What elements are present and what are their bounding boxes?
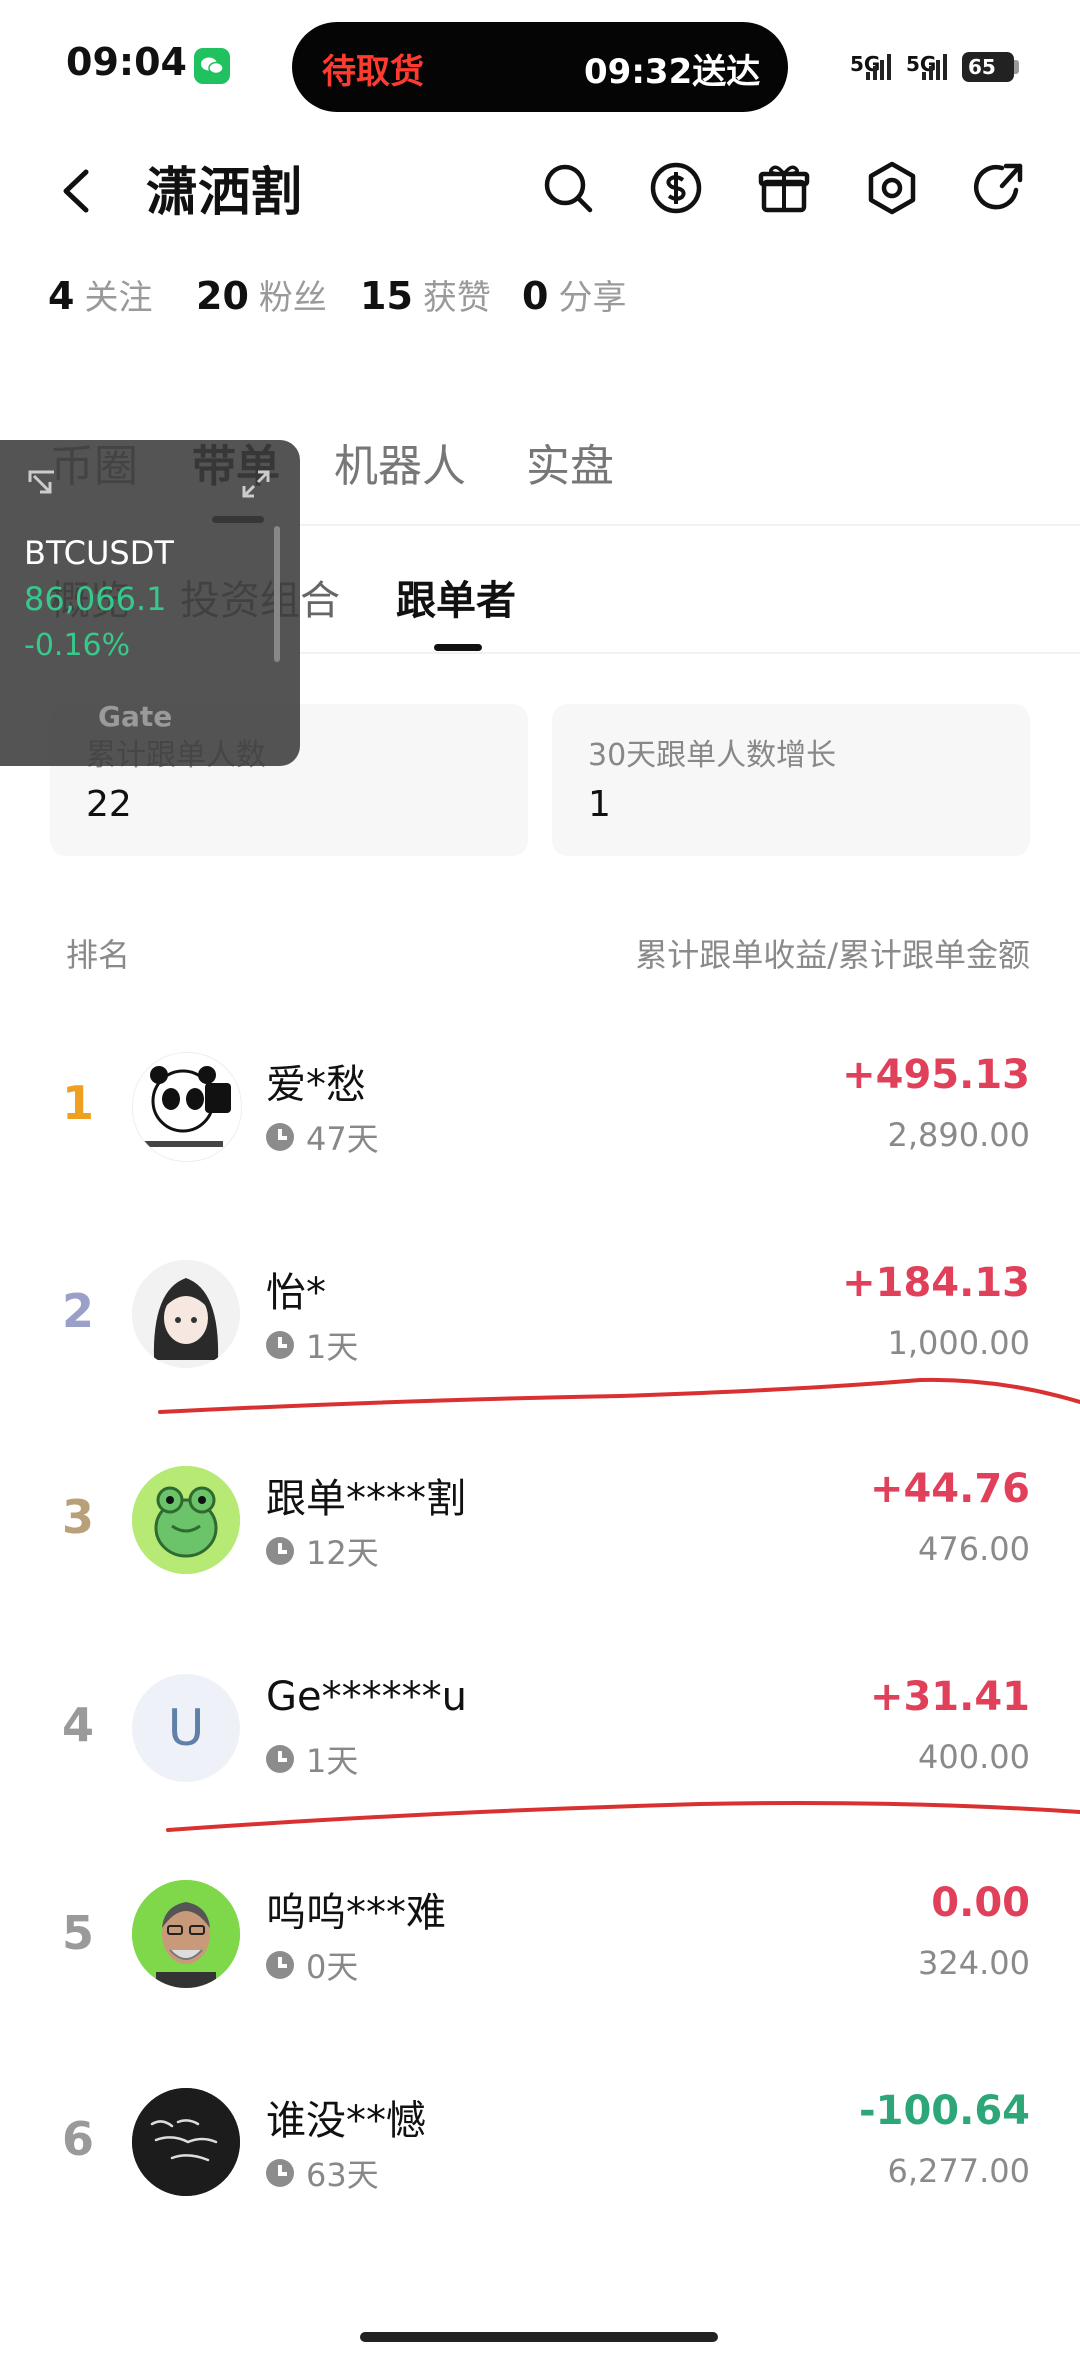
row-profit: +44.76: [869, 1466, 1030, 1512]
row-rank: 1: [61, 1076, 94, 1130]
clock-icon: [266, 1745, 294, 1773]
wechat-icon: [194, 48, 230, 84]
tab-live[interactable]: 实盘: [526, 430, 614, 494]
avatar[interactable]: [132, 1466, 240, 1574]
row-profit: -100.64: [859, 2088, 1030, 2134]
row-days-text: 1天: [306, 1742, 359, 1780]
row-rank: 5: [61, 1906, 94, 1960]
card-follower-growth: 30天跟单人数增长 1: [552, 704, 1030, 856]
row-days: 1天: [266, 1736, 358, 1782]
avatar[interactable]: [132, 1880, 240, 1988]
stat-shares-label: 分享: [558, 278, 627, 318]
row-username: 爱*愁: [266, 1062, 366, 1108]
row-amount: 1,000.00: [887, 1324, 1031, 1362]
expand-icon[interactable]: [240, 468, 272, 500]
row-days-text: 63天: [306, 2156, 379, 2194]
row-amount: 324.00: [918, 1944, 1030, 1982]
clock-icon: [266, 1951, 294, 1979]
delivery-eta: 09:32送达: [584, 52, 761, 92]
row-username: 跟单****割: [266, 1476, 466, 1522]
row-amount: 476.00: [918, 1530, 1030, 1568]
widget-change: -0.16%: [24, 628, 131, 663]
subtab-indicator: [434, 644, 482, 651]
row-profit: 0.00: [931, 1880, 1030, 1926]
clock-icon: [266, 1331, 294, 1359]
signal-bars-icon: [866, 54, 891, 80]
avatar[interactable]: [132, 1052, 242, 1162]
row-rank: 4: [61, 1698, 94, 1752]
row-days-text: 47天: [306, 1120, 379, 1158]
battery-level: 65: [968, 55, 996, 79]
stat-shares-count: 0: [522, 274, 549, 318]
stat-following-count: 4: [48, 274, 75, 318]
row-username: 怡*: [266, 1270, 326, 1316]
row-profit: +31.41: [869, 1674, 1030, 1720]
list-header-rank: 排名: [66, 936, 131, 974]
list-header-metrics: 累计跟单收益/累计跟单金额: [635, 936, 1030, 974]
gift-icon[interactable]: [756, 160, 812, 216]
row-rank: 3: [61, 1490, 94, 1544]
dollar-icon[interactable]: [648, 160, 704, 216]
battery-icon: 65: [962, 52, 1014, 82]
stat-following[interactable]: 4 关注: [48, 270, 152, 319]
gate-logo: Gate: [98, 700, 172, 733]
card-total-followers-value: 22: [86, 784, 132, 825]
row-username: Ge******u: [266, 1674, 467, 1720]
stat-shares[interactable]: 0 分享: [522, 270, 626, 319]
stat-likes-label: 获赞: [422, 278, 491, 318]
stat-followers-label: 粉丝: [258, 278, 327, 318]
clock-icon: [266, 2159, 294, 2187]
row-days-text: 12天: [306, 1534, 379, 1572]
avatar-letter: U: [167, 1699, 205, 1757]
row-amount: 6,277.00: [887, 2152, 1031, 2190]
row-rank: 2: [61, 1284, 94, 1338]
annotation-line-1: [158, 1377, 1080, 1414]
signal-bars-icon-2: [922, 54, 947, 80]
gate-logo-text: Gate: [98, 700, 173, 733]
widget-price: 86,066.1: [24, 580, 167, 618]
row-days: 0天: [266, 1942, 358, 1988]
stat-followers[interactable]: 20 粉丝: [196, 270, 327, 319]
stat-following-label: 关注: [84, 278, 153, 318]
clock-icon: [266, 1537, 294, 1565]
tab-bots[interactable]: 机器人: [334, 430, 466, 494]
delivery-status: 待取货: [322, 52, 424, 92]
row-days-text: 0天: [306, 1948, 359, 1986]
avatar[interactable]: U: [132, 1674, 240, 1782]
row-profit: +184.13: [842, 1260, 1030, 1306]
stat-likes[interactable]: 15 获赞: [360, 270, 491, 319]
widget-symbol: BTCUSDT: [24, 534, 174, 572]
subtab-followers[interactable]: 跟单者: [396, 568, 516, 626]
row-rank: 6: [61, 2112, 94, 2166]
row-amount: 400.00: [918, 1738, 1030, 1776]
card-follower-growth-value: 1: [588, 784, 611, 825]
clock-icon: [266, 1123, 294, 1151]
home-indicator[interactable]: [360, 2332, 718, 2342]
stat-followers-count: 20: [196, 274, 249, 318]
card-follower-growth-label: 30天跟单人数增长: [588, 738, 837, 773]
minimize-icon[interactable]: [26, 468, 58, 500]
row-days: 63天: [266, 2150, 379, 2196]
back-arrow-icon[interactable]: [56, 166, 96, 216]
widget-scrollbar[interactable]: [274, 526, 280, 662]
status-time: 09:04: [66, 40, 187, 84]
row-profit: +495.13: [842, 1052, 1030, 1098]
row-days: 47天: [266, 1114, 379, 1160]
page-title: 潇洒割: [146, 163, 303, 223]
stat-likes-count: 15: [360, 274, 413, 318]
share-icon[interactable]: [972, 160, 1028, 216]
avatar[interactable]: [132, 1260, 240, 1368]
row-username: 呜呜***难: [266, 1890, 446, 1936]
avatar[interactable]: [132, 2088, 240, 2196]
settings-icon[interactable]: [864, 160, 920, 216]
row-amount: 2,890.00: [887, 1116, 1031, 1154]
row-username: 谁没**憾: [266, 2098, 426, 2144]
row-days: 12天: [266, 1528, 379, 1574]
search-icon[interactable]: [540, 160, 596, 216]
battery-tip: [1014, 60, 1019, 74]
annotation-line-2: [166, 1801, 1080, 1832]
